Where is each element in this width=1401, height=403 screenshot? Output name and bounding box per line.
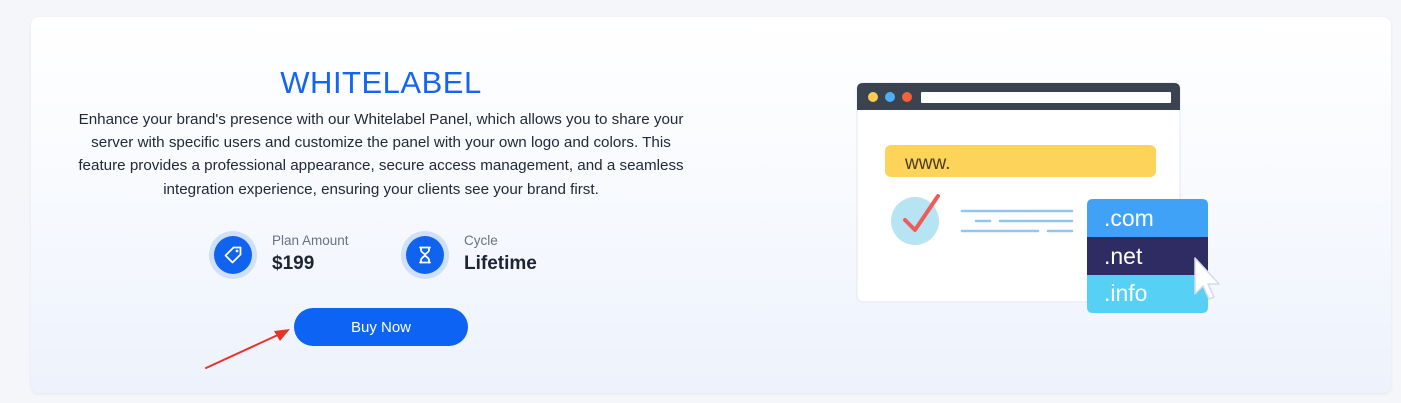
domain-list: .com .net .info <box>1087 199 1208 313</box>
plan-info: WHITELABEL Enhance your brand's presence… <box>31 17 731 393</box>
annotation-arrow <box>205 329 290 369</box>
price-tag-icon <box>209 231 257 279</box>
window-dot-yellow-icon <box>868 92 878 102</box>
buy-now-button[interactable]: Buy Now <box>294 308 468 346</box>
plan-amount-value: $199 <box>272 253 315 274</box>
cycle-label: Cycle <box>464 233 498 248</box>
window-dot-red-icon <box>902 92 912 102</box>
domain-illustration: www. .com .net .info <box>856 82 1220 313</box>
domain-com-label: .com <box>1104 205 1154 231</box>
window-dot-blue-icon <box>885 92 895 102</box>
hourglass-icon <box>401 231 449 279</box>
address-line <box>921 92 1171 103</box>
domain-info-label: .info <box>1104 280 1147 306</box>
url-text: www. <box>904 153 950 174</box>
cycle-value: Lifetime <box>464 253 537 274</box>
plan-amount-label: Plan Amount <box>272 233 349 248</box>
plan-description: Enhance your brand's presence with our W… <box>78 111 684 198</box>
domain-net-label: .net <box>1104 243 1143 269</box>
plan-title: WHITELABEL <box>280 65 482 100</box>
